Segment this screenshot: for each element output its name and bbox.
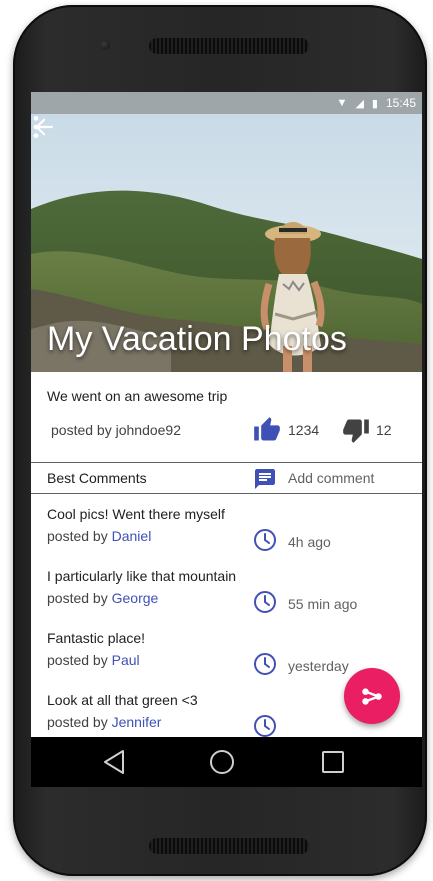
signal-icon: ◢ — [355, 97, 364, 110]
posted-by-label: posted by — [47, 652, 112, 668]
system-navigation-bar — [31, 737, 422, 787]
comment-user-link[interactable]: George — [112, 590, 159, 606]
share-icon — [362, 688, 382, 705]
comment-user-link[interactable]: Daniel — [112, 528, 152, 544]
top-speaker — [149, 38, 309, 54]
comment-icon[interactable] — [253, 467, 277, 491]
nav-recents-icon[interactable] — [321, 750, 345, 774]
comment-user-link[interactable]: Paul — [112, 652, 140, 668]
battery-icon: ▮ — [371, 97, 378, 110]
share-button[interactable] — [344, 668, 400, 724]
comment-text: Look at all that green <3 — [47, 692, 198, 708]
list-item: I particularly like that mountain posted… — [31, 568, 422, 628]
add-comment-button[interactable]: Add comment — [288, 470, 374, 486]
dislike-count: 12 — [376, 422, 392, 438]
comment-author: posted by Daniel — [47, 528, 151, 544]
posted-by-label: posted by — [47, 714, 112, 730]
post-description: We went on an awesome trip — [47, 388, 228, 404]
list-item: Cool pics! Went there myself posted by D… — [31, 506, 422, 566]
clock-icon — [254, 529, 276, 551]
bottom-speaker — [149, 838, 309, 854]
comment-time: 4h ago — [288, 534, 331, 550]
nav-back-icon[interactable] — [101, 749, 127, 775]
front-camera — [100, 40, 110, 50]
header-image: My Vacation Photos — [31, 114, 422, 372]
comment-author: posted by Jennifer — [47, 714, 161, 730]
status-bar: ▼ ◢ ▮ 15:45 — [31, 92, 422, 114]
posted-by-label: posted by — [47, 528, 112, 544]
nav-home-icon[interactable] — [209, 749, 235, 775]
status-time: 15:45 — [385, 96, 416, 110]
best-comments-label: Best Comments — [47, 470, 147, 486]
page-title: My Vacation Photos — [47, 320, 347, 358]
comment-time: 55 min ago — [288, 596, 358, 612]
comment-text: Fantastic place! — [47, 630, 146, 646]
comment-text: I particularly like that mountain — [47, 568, 237, 584]
clock-icon — [254, 591, 276, 613]
thumb-up-icon[interactable] — [251, 416, 283, 444]
app-screen: ▼ ◢ ▮ 15:45 My Vacation Photos We went o… — [31, 92, 422, 737]
comment-time: yesterday — [288, 658, 349, 674]
more-vert-icon[interactable] — [31, 114, 41, 140]
comments-header: Best Comments Add comment — [31, 462, 422, 494]
posted-by-label: posted by — [47, 590, 112, 606]
thumb-down-icon[interactable] — [341, 416, 371, 444]
comment-user-link[interactable]: Jennifer — [112, 714, 162, 730]
comment-author: posted by George — [47, 590, 158, 606]
comment-author: posted by Paul — [47, 652, 140, 668]
comment-text: Cool pics! Went there myself — [47, 506, 225, 522]
like-count: 1234 — [288, 422, 320, 438]
post-author: posted by johndoe92 — [51, 422, 181, 438]
clock-icon — [254, 715, 276, 737]
wifi-icon: ▼ — [336, 97, 348, 109]
clock-icon — [254, 653, 276, 675]
post-card: We went on an awesome trip posted by joh… — [31, 372, 422, 462]
